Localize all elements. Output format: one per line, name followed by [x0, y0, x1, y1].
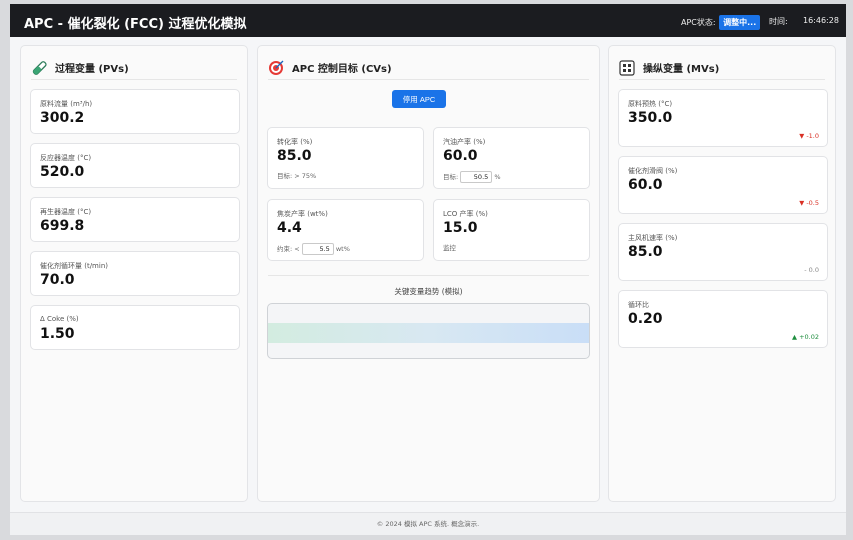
- cv-panel-title: APC 控制目标 (CVs): [292, 64, 392, 75]
- pv-card: Δ Coke (%) 1.50: [30, 305, 240, 350]
- time-value: 16:46:28: [803, 16, 839, 25]
- apc-status: APC状态: 调整中...: [681, 15, 761, 30]
- cv-card: 焦炭产率 (wt%) 4.4 约束: < 5.5 wt%: [267, 199, 424, 261]
- mv-card: 主风机速率 (%) 85.0 - 0.0: [618, 223, 828, 281]
- stop-apc-button[interactable]: 停用 APC: [392, 90, 446, 108]
- gasoline-target-input[interactable]: 50.5: [460, 171, 493, 183]
- cv-monitor-text: 监控: [443, 244, 456, 252]
- trend-band: [268, 323, 589, 343]
- pv-value: 699.8: [40, 218, 85, 234]
- cv-constraint-row: 约束: < 5.5 wt%: [277, 243, 350, 255]
- cv-constraint-prefix: 约束: <: [277, 245, 300, 253]
- app-title: APC - 催化裂化 (FCC) 过程优化模拟: [24, 17, 247, 32]
- pv-panel-header: 过程变量 (PVs): [31, 56, 237, 80]
- pv-panel-title: 过程变量 (PVs): [55, 64, 129, 75]
- pv-card: 再生器温度 (°C) 699.8: [30, 197, 240, 242]
- cv-value: 4.4: [277, 220, 302, 236]
- mv-delta: ▼ -1.0: [799, 132, 819, 140]
- apc-status-label: APC状态:: [681, 18, 716, 27]
- cv-value: 15.0: [443, 220, 478, 236]
- mv-panel-header: 操纵变量 (MVs): [619, 56, 825, 80]
- pv-value: 1.50: [40, 326, 75, 342]
- mv-label: 催化剂滑阀 (%): [628, 167, 678, 175]
- cv-card: 汽油产率 (%) 60.0 目标: 50.5 %: [433, 127, 590, 189]
- mv-panel: 操纵变量 (MVs) 原料预热 (°C) 350.0 ▼ -1.0 催化剂滑阀 …: [608, 45, 836, 502]
- cv-label: 汽油产率 (%): [443, 138, 486, 146]
- app-window: APC - 催化裂化 (FCC) 过程优化模拟 APC状态: 调整中... 时间…: [10, 4, 846, 535]
- cv-target-unit: %: [494, 173, 501, 181]
- cv-value: 85.0: [277, 148, 312, 164]
- cv-constraint-unit: wt%: [335, 245, 350, 253]
- pv-label: Δ Coke (%): [40, 315, 79, 323]
- time-label: 时间:: [769, 17, 788, 26]
- target-icon: [268, 60, 284, 76]
- cv-label: LCO 产率 (%): [443, 210, 488, 218]
- mv-card: 原料预热 (°C) 350.0 ▼ -1.0: [618, 89, 828, 147]
- pv-card: 催化剂循环量 (t/min) 70.0: [30, 251, 240, 296]
- pv-value: 300.2: [40, 110, 85, 126]
- status-badge: 调整中...: [719, 15, 761, 30]
- coke-constraint-input[interactable]: 5.5: [301, 243, 334, 255]
- cv-value: 60.0: [443, 148, 478, 164]
- mv-value: 350.0: [628, 110, 673, 126]
- cv-target-text: 目标: > 75%: [277, 172, 317, 180]
- mv-label: 循环比: [628, 301, 649, 309]
- pv-card: 原料流量 (m³/h) 300.2: [30, 89, 240, 134]
- trend-chart: [267, 303, 590, 359]
- trend-title: 关键变量趋势 (模拟): [394, 287, 463, 296]
- pv-value: 520.0: [40, 164, 85, 180]
- mv-card: 催化剂滑阀 (%) 60.0 ▼ -0.5: [618, 156, 828, 214]
- pv-label: 反应器温度 (°C): [40, 154, 92, 162]
- mv-label: 主风机速率 (%): [628, 234, 678, 242]
- pv-label: 原料流量 (m³/h): [40, 100, 93, 108]
- pv-panel: 过程变量 (PVs) 原料流量 (m³/h) 300.2 反应器温度 (°C) …: [20, 45, 248, 502]
- pv-label: 催化剂循环量 (t/min): [40, 262, 108, 270]
- control-panel-icon: [619, 59, 635, 76]
- footer: © 2024 模拟 APC 系统. 概念演示.: [10, 512, 846, 535]
- mv-card: 循环比 0.20 ▲ +0.02: [618, 290, 828, 348]
- cv-target-prefix: 目标:: [443, 173, 459, 181]
- mv-label: 原料预热 (°C): [628, 100, 673, 108]
- cv-divider: [268, 275, 589, 276]
- cv-panel-header: APC 控制目标 (CVs): [268, 56, 589, 80]
- mv-value: 60.0: [628, 177, 663, 193]
- cv-card: 转化率 (%) 85.0 目标: > 75%: [267, 127, 424, 189]
- test-tube-icon: [31, 60, 47, 76]
- pv-card: 反应器温度 (°C) 520.0: [30, 143, 240, 188]
- pv-label: 再生器温度 (°C): [40, 208, 92, 216]
- mv-delta: ▲ +0.02: [792, 333, 819, 341]
- cv-label: 焦炭产率 (wt%): [277, 210, 328, 218]
- cv-target-row: 目标: 50.5 %: [443, 171, 501, 183]
- pv-value: 70.0: [40, 272, 75, 288]
- mv-value: 0.20: [628, 311, 663, 327]
- cv-panel: APC 控制目标 (CVs) 停用 APC 转化率 (%) 85.0 目标: >…: [257, 45, 600, 502]
- cv-label: 转化率 (%): [277, 138, 313, 146]
- mv-value: 85.0: [628, 244, 663, 260]
- mv-panel-title: 操纵变量 (MVs): [643, 64, 720, 75]
- cv-card: LCO 产率 (%) 15.0 监控: [433, 199, 590, 261]
- top-bar: APC - 催化裂化 (FCC) 过程优化模拟 APC状态: 调整中... 时间…: [10, 4, 846, 37]
- mv-delta: - 0.0: [804, 266, 819, 274]
- mv-delta: ▼ -0.5: [799, 199, 819, 207]
